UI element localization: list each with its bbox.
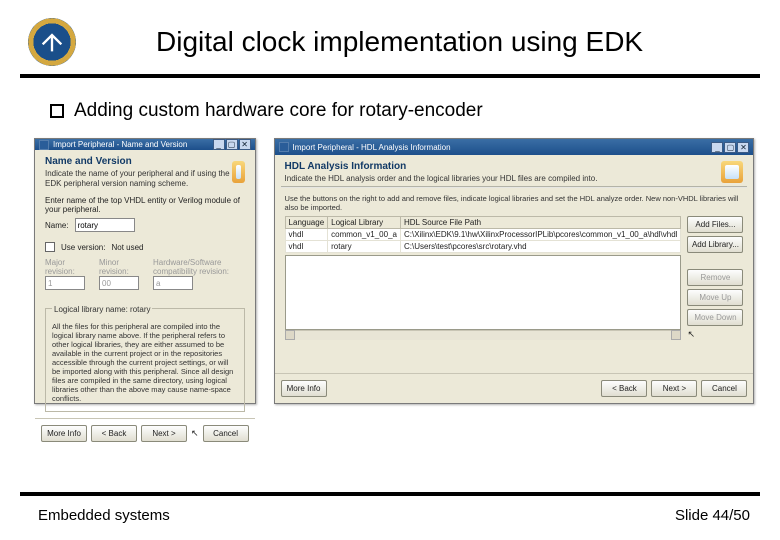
remove-button[interactable]: Remove — [687, 269, 743, 286]
major-select[interactable] — [45, 276, 85, 290]
section-heading: HDL Analysis Information — [285, 161, 598, 172]
cell-path: C:\Users\test\pcores\src\rotary.vhd — [400, 240, 680, 252]
library-group-title: Logical library name: rotary — [52, 305, 152, 314]
name-label: Name: — [45, 221, 69, 230]
next-button[interactable]: Next > — [141, 425, 187, 442]
titlebar: Import Peripheral - Name and Version _ ▢… — [35, 139, 255, 150]
section-heading: Name and Version — [45, 156, 232, 167]
minor-select[interactable] — [99, 276, 139, 290]
footer-left: Embedded systems — [38, 507, 170, 524]
col-path[interactable]: HDL Source File Path — [400, 216, 680, 228]
name-prompt: Enter name of the top VHDL entity or Ver… — [45, 196, 245, 214]
close-button[interactable]: ✕ — [239, 139, 251, 150]
section-description: Indicate the HDL analysis order and the … — [285, 172, 598, 184]
wizard-name-version-dialog: Import Peripheral - Name and Version _ ▢… — [34, 138, 256, 404]
use-version-label: Use version: — [61, 243, 105, 252]
wizard-icon — [721, 161, 743, 183]
table-empty-area — [285, 255, 682, 330]
window-title: Import Peripheral - HDL Analysis Informa… — [293, 143, 451, 152]
cell-path: C:\Xilinx\EDK\9.1\hw\XilinxProcessorIPLi… — [400, 228, 680, 240]
hwcompat-label: Hardware/Software compatibility revision… — [153, 258, 245, 276]
cursor-icon: ↖ — [687, 329, 743, 340]
add-files-button[interactable]: Add Files... — [687, 216, 743, 233]
more-info-button[interactable]: More Info — [281, 380, 327, 397]
horizontal-scrollbar[interactable] — [285, 330, 682, 340]
add-library-button[interactable]: Add Library... — [687, 236, 743, 253]
next-button[interactable]: Next > — [651, 380, 697, 397]
bullet-item: Adding custom hardware core for rotary-e… — [0, 78, 780, 132]
cell-lib: common_v1_00_a — [328, 228, 401, 240]
close-button[interactable]: ✕ — [737, 142, 749, 153]
back-button[interactable]: < Back — [91, 425, 137, 442]
wizard-icon — [232, 161, 244, 183]
more-info-button[interactable]: More Info — [41, 425, 87, 442]
cell-lib: rotary — [328, 240, 401, 252]
move-down-button[interactable]: Move Down — [687, 309, 743, 326]
instructions-text: Use the buttons on the right to add and … — [285, 194, 744, 212]
footer-divider — [20, 492, 760, 496]
cursor-icon: ↖ — [191, 428, 199, 439]
hdl-files-table: Language Logical Library HDL Source File… — [285, 216, 682, 253]
col-library[interactable]: Logical Library — [328, 216, 401, 228]
footer-right: Slide 44/50 — [675, 507, 750, 524]
section-description: Indicate the name of your peripheral and… — [45, 167, 232, 188]
major-label: Major revision: — [45, 258, 85, 276]
move-up-button[interactable]: Move Up — [687, 289, 743, 306]
back-button[interactable]: < Back — [601, 380, 647, 397]
titlebar: Import Peripheral - HDL Analysis Informa… — [275, 139, 754, 155]
maximize-button[interactable]: ▢ — [724, 142, 736, 153]
library-help-text: All the files for this peripheral are co… — [52, 322, 238, 403]
bullet-text: Adding custom hardware core for rotary-e… — [74, 100, 483, 122]
institution-logo — [28, 18, 76, 66]
table-row[interactable]: vhdl common_v1_00_a C:\Xilinx\EDK\9.1\hw… — [285, 228, 681, 240]
hwcompat-select[interactable] — [153, 276, 193, 290]
table-row[interactable]: vhdl rotary C:\Users\test\pcores\src\rot… — [285, 240, 681, 252]
minimize-button[interactable]: _ — [213, 139, 225, 150]
minor-label: Minor revision: — [99, 258, 139, 276]
minimize-button[interactable]: _ — [711, 142, 723, 153]
bullet-marker — [50, 104, 64, 118]
scroll-right-icon[interactable] — [671, 330, 681, 340]
app-icon — [279, 142, 289, 152]
cell-lang: vhdl — [285, 228, 328, 240]
col-language[interactable]: Language — [285, 216, 328, 228]
use-version-checkbox[interactable] — [45, 242, 55, 252]
scroll-left-icon[interactable] — [285, 330, 295, 340]
window-title: Import Peripheral - Name and Version — [53, 140, 187, 149]
cancel-button[interactable]: Cancel — [701, 380, 747, 397]
app-icon — [39, 140, 49, 150]
use-version-value: Not used — [111, 243, 143, 252]
name-input[interactable] — [75, 218, 135, 232]
cell-lang: vhdl — [285, 240, 328, 252]
wizard-hdl-analysis-dialog: Import Peripheral - HDL Analysis Informa… — [274, 138, 755, 404]
slide-title: Digital clock implementation using EDK — [116, 26, 760, 58]
maximize-button[interactable]: ▢ — [226, 139, 238, 150]
cancel-button[interactable]: Cancel — [203, 425, 249, 442]
